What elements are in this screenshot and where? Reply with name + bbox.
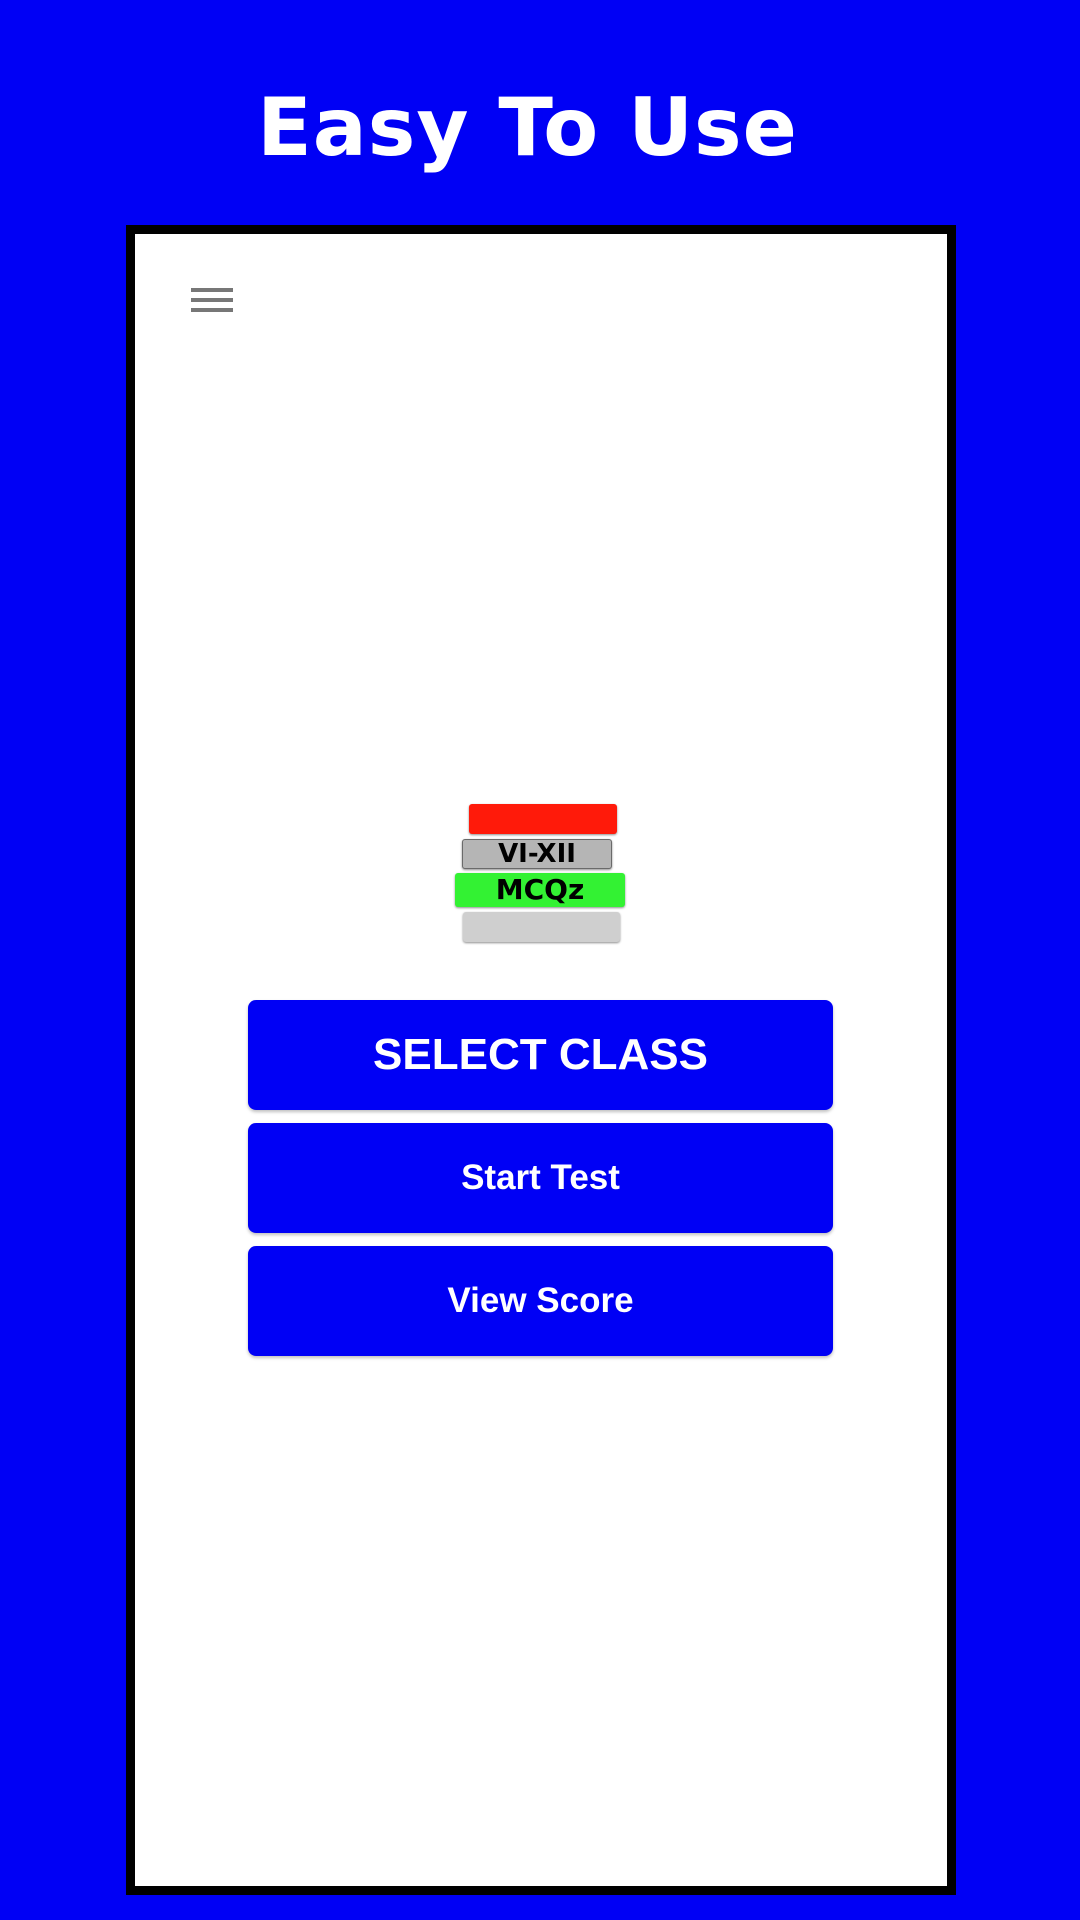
menu-line [191, 308, 233, 312]
start-test-button[interactable]: Start Test [248, 1123, 833, 1233]
hamburger-menu-icon[interactable] [191, 286, 233, 318]
select-class-button[interactable]: SELECT CLASS [248, 1000, 833, 1110]
menu-line [191, 288, 233, 292]
phone-frame: VI-XII MCQz SELECT CLASS Start Test View… [126, 225, 956, 1895]
menu-line [191, 298, 233, 302]
logo-red-block [469, 804, 617, 834]
app-logo: VI-XII MCQz [455, 804, 630, 949]
view-score-button[interactable]: View Score [248, 1246, 833, 1356]
app-screen: VI-XII MCQz SELECT CLASS Start Test View… [135, 234, 947, 1886]
logo-light-block [463, 912, 620, 942]
logo-class-range: VI-XII [462, 839, 612, 869]
logo-app-name: MCQz [455, 873, 625, 907]
banner-title: Easy To Use [257, 81, 798, 174]
